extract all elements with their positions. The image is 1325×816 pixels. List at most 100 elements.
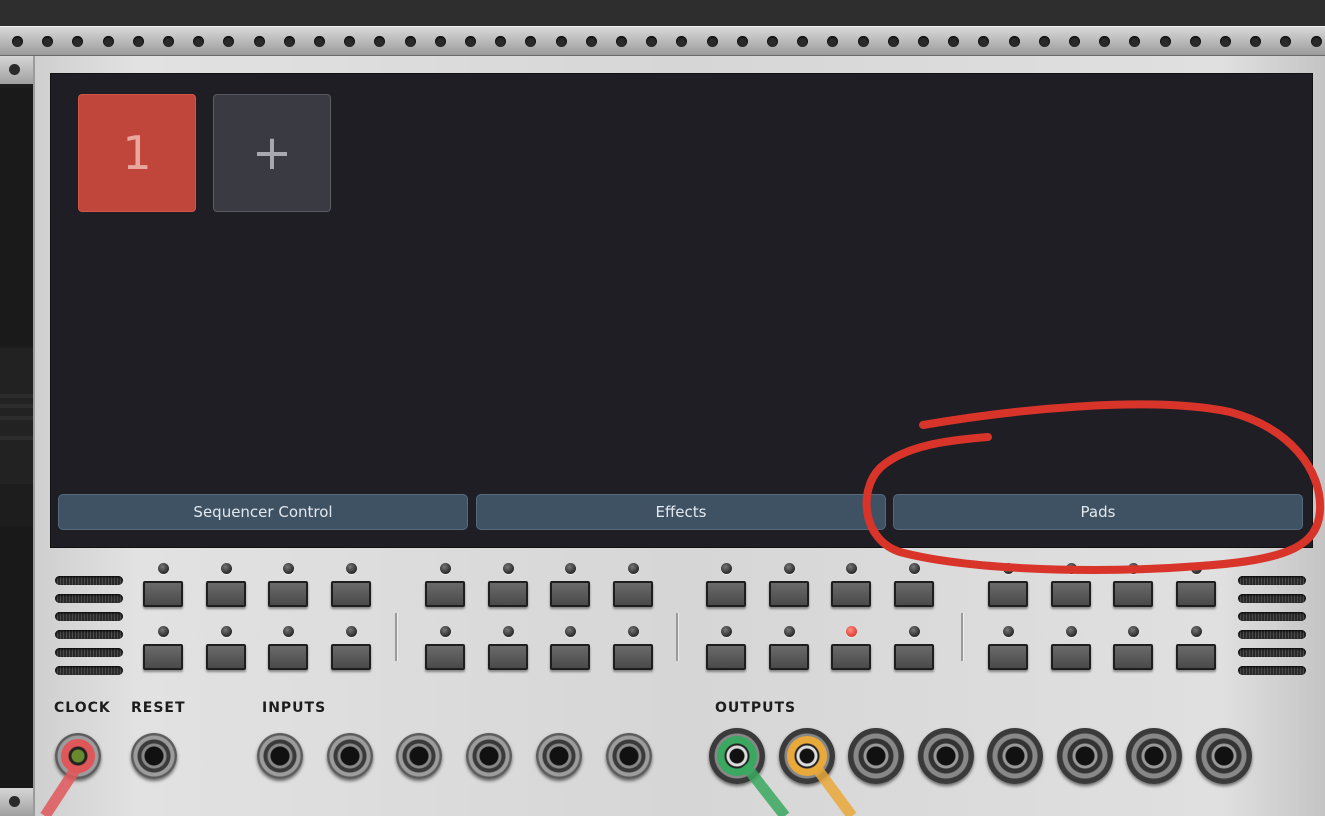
pad-button[interactable] [1175, 581, 1216, 607]
pad-led [1128, 626, 1139, 637]
pad-led [565, 563, 576, 574]
reset-jack[interactable] [131, 733, 177, 779]
rail-hole [827, 36, 839, 47]
speaker-grille-right [1238, 648, 1306, 657]
rail-hole [978, 36, 990, 47]
speaker-grille-left [55, 666, 123, 675]
panel-stripe [0, 436, 33, 440]
pad-button[interactable] [1113, 581, 1153, 607]
rail-hole [525, 36, 537, 47]
rail-hole [706, 36, 718, 47]
pad-button[interactable] [893, 644, 934, 670]
output-jack-4[interactable] [917, 728, 974, 784]
speaker-grille-left [55, 612, 123, 621]
tab-pads[interactable]: Pads [893, 494, 1303, 530]
speaker-grille-left [55, 576, 123, 585]
pad-button[interactable] [330, 581, 371, 607]
pad-button[interactable] [487, 644, 528, 670]
pad-button[interactable] [831, 644, 871, 670]
tab-effects[interactable]: Effects [476, 494, 886, 530]
input-jack-5[interactable] [535, 733, 582, 779]
pad-button[interactable] [706, 644, 746, 670]
pad-button[interactable] [487, 581, 528, 607]
output-2-cable-plug[interactable] [786, 736, 827, 776]
inputs-label: INPUTS [262, 700, 327, 716]
pad-button[interactable] [205, 644, 246, 670]
rail-hole [1189, 36, 1201, 47]
output-jack-8[interactable] [1195, 728, 1252, 784]
pad-led [783, 563, 795, 574]
input-jack-4[interactable] [466, 733, 513, 779]
pad-button[interactable] [205, 581, 246, 607]
pad-button[interactable] [330, 644, 371, 670]
rack-rail-small [0, 788, 33, 816]
window-top-bar [0, 0, 1325, 26]
pad-button[interactable] [612, 581, 653, 607]
output-jack-5[interactable] [987, 728, 1043, 784]
pad-button[interactable] [143, 644, 183, 670]
pad-led [846, 563, 857, 574]
group-divider [961, 613, 963, 661]
pad-button[interactable] [988, 581, 1028, 607]
pad-led [1065, 626, 1077, 637]
pad-button[interactable] [1113, 644, 1153, 670]
rack-rail-top [0, 26, 1325, 56]
pad-button[interactable] [268, 644, 308, 670]
pad-button[interactable] [550, 644, 590, 670]
output-jack-3[interactable] [848, 728, 904, 784]
input-jack-3[interactable] [396, 733, 443, 779]
pad-button[interactable] [143, 581, 183, 607]
pad-button[interactable] [268, 581, 308, 607]
output-jack-6[interactable] [1056, 728, 1113, 784]
input-jack-6[interactable] [605, 733, 652, 779]
rail-hole [344, 36, 356, 47]
rail-hole [585, 36, 597, 47]
pad-led [440, 626, 451, 637]
rail-hole [857, 36, 869, 47]
pad-led [283, 563, 294, 574]
clock-cable-plug[interactable] [61, 739, 95, 773]
tab-sequencer-control[interactable]: Sequencer Control [58, 494, 468, 530]
pad-led [908, 563, 920, 574]
output-jack-7[interactable] [1126, 728, 1182, 784]
input-jack-2[interactable] [326, 733, 373, 779]
pad-button[interactable] [425, 644, 465, 670]
pad-led-lit [846, 626, 857, 637]
pad-button[interactable] [768, 644, 809, 670]
adjacent-module-panel [0, 88, 33, 346]
pad-button[interactable] [550, 581, 590, 607]
output-1-cable-plug[interactable] [717, 736, 757, 776]
pad-button[interactable] [893, 581, 934, 607]
rail-hole [555, 36, 567, 47]
rail-hole [1159, 36, 1171, 47]
pad-button[interactable] [768, 581, 809, 607]
module-display: 1 + Sequencer Control Effects Pads [50, 73, 1313, 548]
add-sequence-button[interactable]: + [213, 94, 331, 212]
rail-hole [193, 36, 205, 47]
rail-hole [676, 36, 688, 47]
pad-button[interactable] [425, 581, 465, 607]
pad-button[interactable] [988, 644, 1028, 670]
rail-hole [132, 36, 144, 47]
pad-button[interactable] [831, 581, 871, 607]
input-jack-1[interactable] [257, 733, 303, 779]
pad-led [783, 626, 795, 637]
pad-button[interactable] [612, 644, 653, 670]
pad-button[interactable] [706, 581, 746, 607]
rail-hole [465, 36, 476, 47]
sequence-1-button[interactable]: 1 [78, 94, 196, 212]
pad-led [908, 626, 920, 637]
pad-button[interactable] [1050, 581, 1091, 607]
rail-hole [1008, 36, 1020, 47]
rail-hole [948, 36, 960, 47]
rail-hole [12, 36, 23, 47]
pad-button[interactable] [1175, 644, 1216, 670]
pad-led [158, 626, 169, 637]
pad-led [1003, 563, 1014, 574]
group-divider [395, 613, 397, 661]
rail-hole [797, 36, 809, 47]
rail-hole [223, 36, 235, 47]
rail-hole [72, 36, 84, 47]
pad-led [502, 563, 514, 574]
pad-button[interactable] [1050, 644, 1091, 670]
